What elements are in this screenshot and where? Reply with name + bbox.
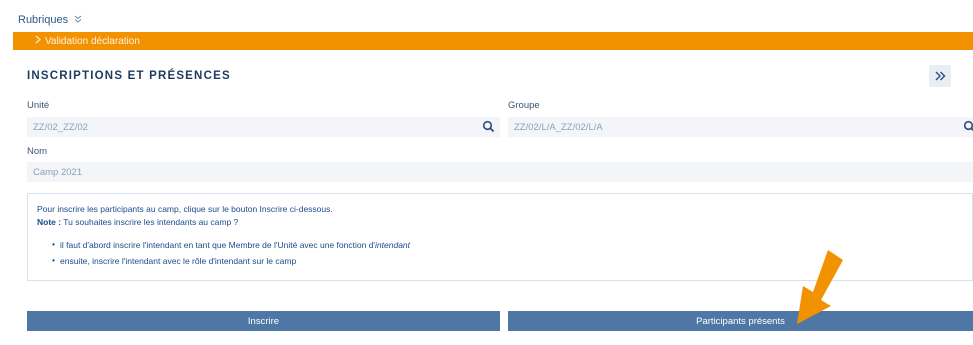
info-note: Note : Tu souhaites inscrire les intenda… [37, 217, 972, 227]
double-chevron-right-icon [935, 68, 946, 84]
nom-label: Nom [27, 146, 48, 157]
unite-label: Unité [27, 100, 50, 111]
validation-banner[interactable]: Validation déclaration [13, 32, 973, 50]
search-icon[interactable] [962, 119, 973, 135]
bullet-text: il faut d'abord inscrire l'intendant en … [60, 240, 376, 250]
inscrire-button[interactable]: Inscrire [27, 311, 500, 331]
validation-banner-label: Validation déclaration [45, 35, 140, 47]
double-chevron-down-icon [74, 15, 82, 25]
note-text: Tu souhaites inscrire les intendants au … [61, 217, 239, 227]
rubriques-label: Rubriques [18, 14, 69, 26]
info-line: Pour inscrire les participants au camp, … [37, 204, 333, 214]
search-icon[interactable] [481, 119, 497, 135]
unite-field[interactable]: ZZ/02_ZZ/02 [27, 117, 500, 137]
participants-presents-button[interactable]: Participants présents [508, 311, 973, 331]
groupe-field[interactable]: ZZ/02/L/A_ZZ/02/L/A [508, 117, 973, 137]
bullet-emphasis: intendant [375, 240, 411, 250]
note-label: Note : [37, 217, 62, 227]
chevron-right-icon [35, 35, 41, 47]
orange-pointer-arrow-icon [797, 250, 843, 324]
rubriques-toggle[interactable]: Rubriques [18, 14, 82, 26]
groupe-label: Groupe [508, 100, 540, 111]
expand-button[interactable] [929, 65, 951, 87]
nom-field[interactable]: Camp 2021 [27, 162, 973, 182]
section-title: INSCRIPTIONS ET PRÉSENCES [27, 70, 231, 82]
